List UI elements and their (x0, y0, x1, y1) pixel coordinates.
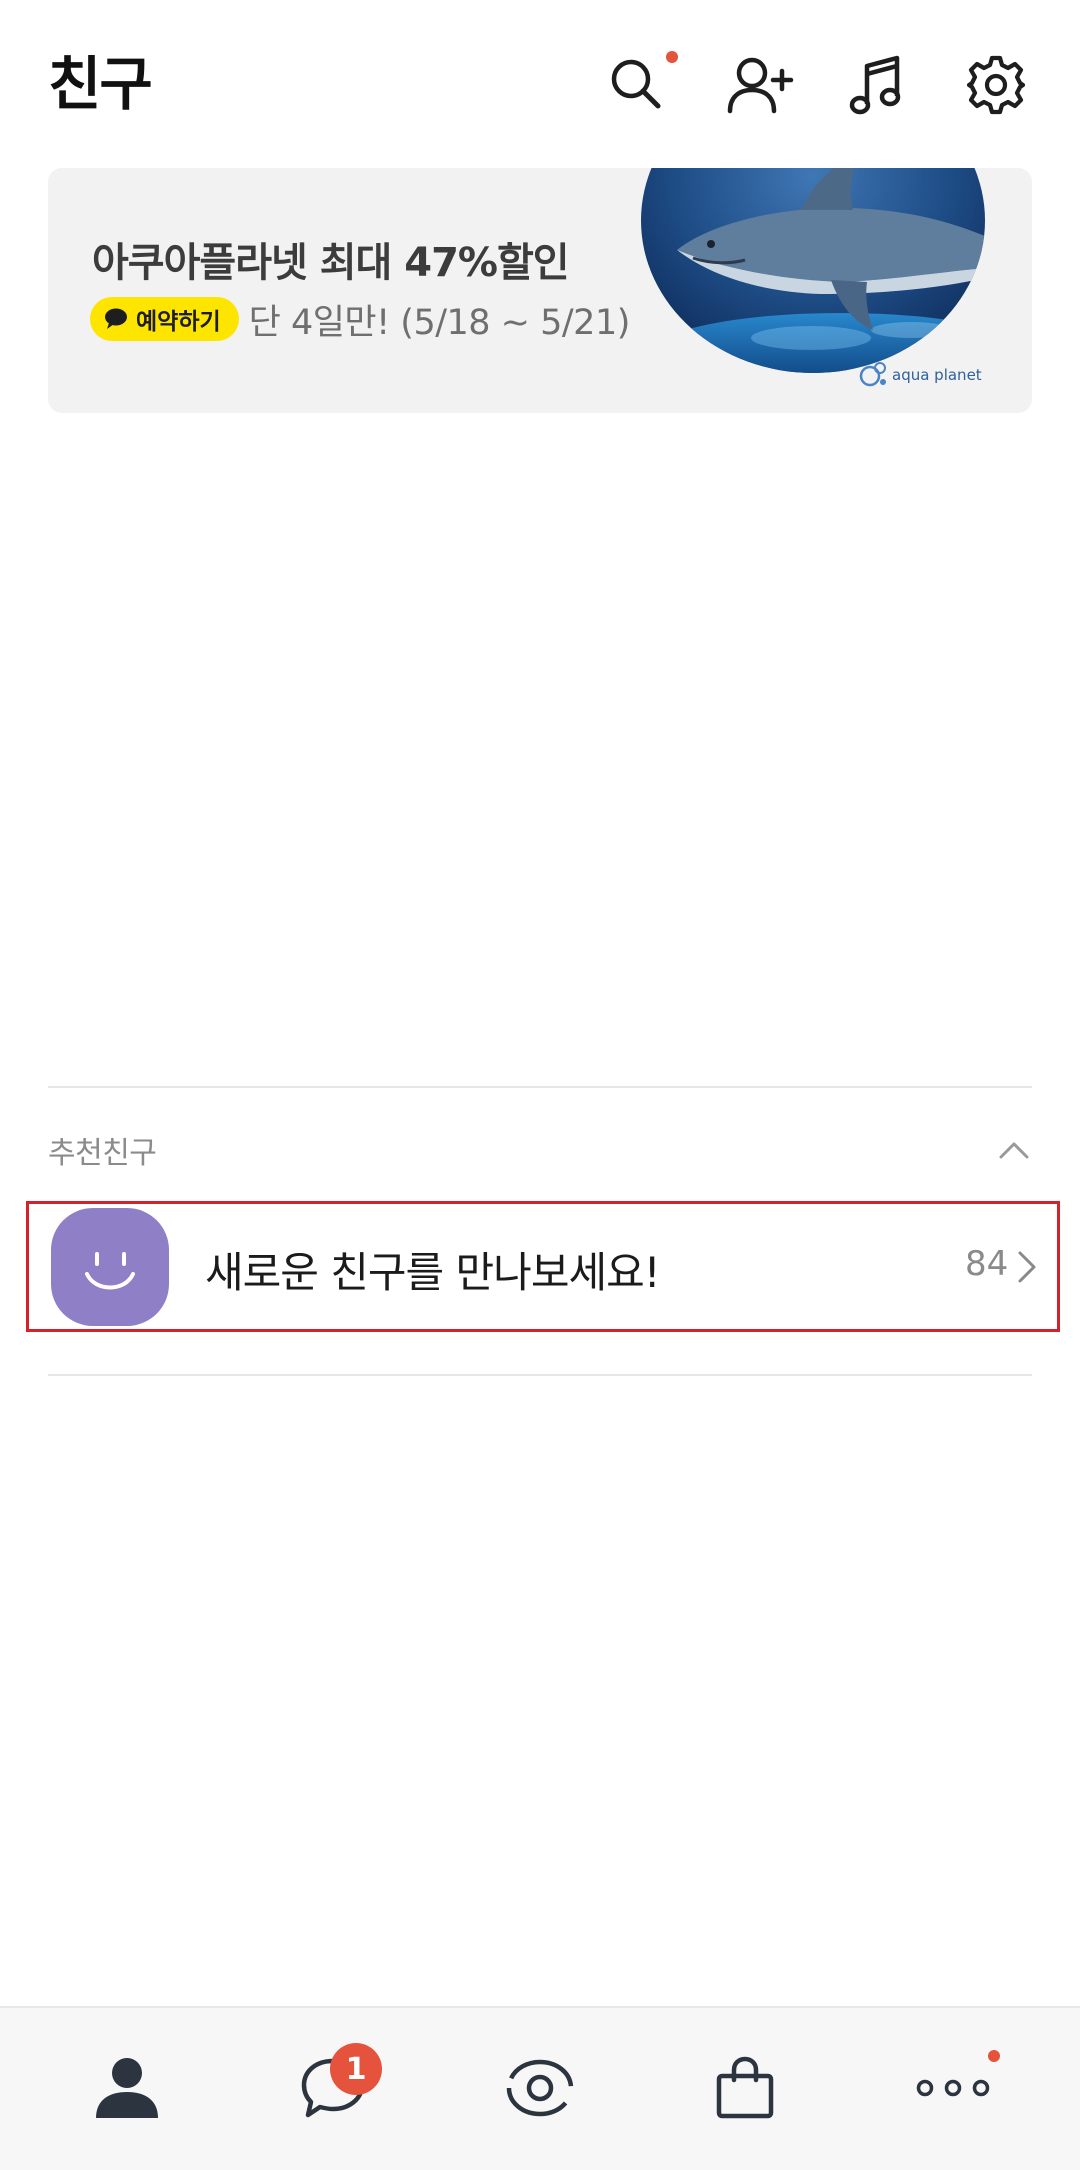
more-tab[interactable] (893, 2008, 1013, 2168)
aqua-planet-brand: aqua planet (892, 366, 982, 384)
recommend-count: 84 (965, 1244, 1009, 1284)
section-divider-top (48, 1086, 1032, 1088)
section-divider-bottom (48, 1374, 1032, 1376)
more-new-dot (988, 2050, 1000, 2062)
eye-icon (506, 2059, 574, 2117)
search-new-dot (666, 51, 678, 63)
chevron-up-icon (999, 1142, 1029, 1159)
person-icon (96, 2058, 158, 2118)
recommended-friends-row[interactable]: 새로운 친구를 만나보세요! 84 (26, 1201, 1060, 1332)
banner-info-line: 예약하기 단 4일만! (5/18 ~ 5/21) (90, 296, 631, 343)
reserve-badge[interactable]: 예약하기 (90, 297, 239, 341)
more-dots-icon (916, 2079, 990, 2097)
music-icon (849, 55, 901, 115)
reserve-badge-label: 예약하기 (136, 309, 221, 335)
add-friend-icon (727, 57, 794, 114)
search-button[interactable] (592, 40, 682, 130)
view-tab[interactable] (480, 2008, 600, 2168)
shark-image (641, 168, 985, 373)
search-icon (611, 59, 661, 109)
chat-bubble-icon (105, 308, 127, 329)
banner-title: 아쿠아플라넷 최대 47%할인 (92, 240, 570, 286)
aqua-planet-logo-icon (859, 362, 886, 387)
recommend-friends-label: 새로운 친구를 만나보세요! (205, 1248, 661, 1297)
chevron-right-icon (1018, 1251, 1036, 1283)
top-header: 친구 (0, 0, 1080, 160)
shopping-bag-icon (716, 2056, 774, 2119)
music-button[interactable] (832, 40, 922, 130)
aqua-planet-logo: aqua planet (858, 360, 982, 390)
settings-button[interactable] (951, 40, 1041, 130)
chats-tab[interactable] (273, 2008, 393, 2168)
recommended-section-title: 추천친구 (48, 1136, 157, 1171)
page-title: 친구 (48, 50, 153, 118)
gear-icon (966, 55, 1026, 115)
banner-subtitle: 단 4일만! (5/18 ~ 5/21) (248, 302, 631, 343)
chat-unread-badge: 1 (330, 2043, 382, 2095)
smile-avatar (51, 1208, 169, 1326)
friends-tab[interactable] (67, 2008, 187, 2168)
promo-banner[interactable]: 아쿠아플라넷 최대 47%할인 예약하기 단 4일만! (5/18 ~ 5/21… (48, 168, 1032, 413)
collapse-section-button[interactable] (990, 1130, 1038, 1170)
add-friend-button[interactable] (715, 40, 805, 130)
shopping-tab[interactable] (685, 2008, 805, 2168)
bottom-nav-bar: 1 (0, 2006, 1080, 2170)
smile-face-icon (85, 1252, 135, 1290)
